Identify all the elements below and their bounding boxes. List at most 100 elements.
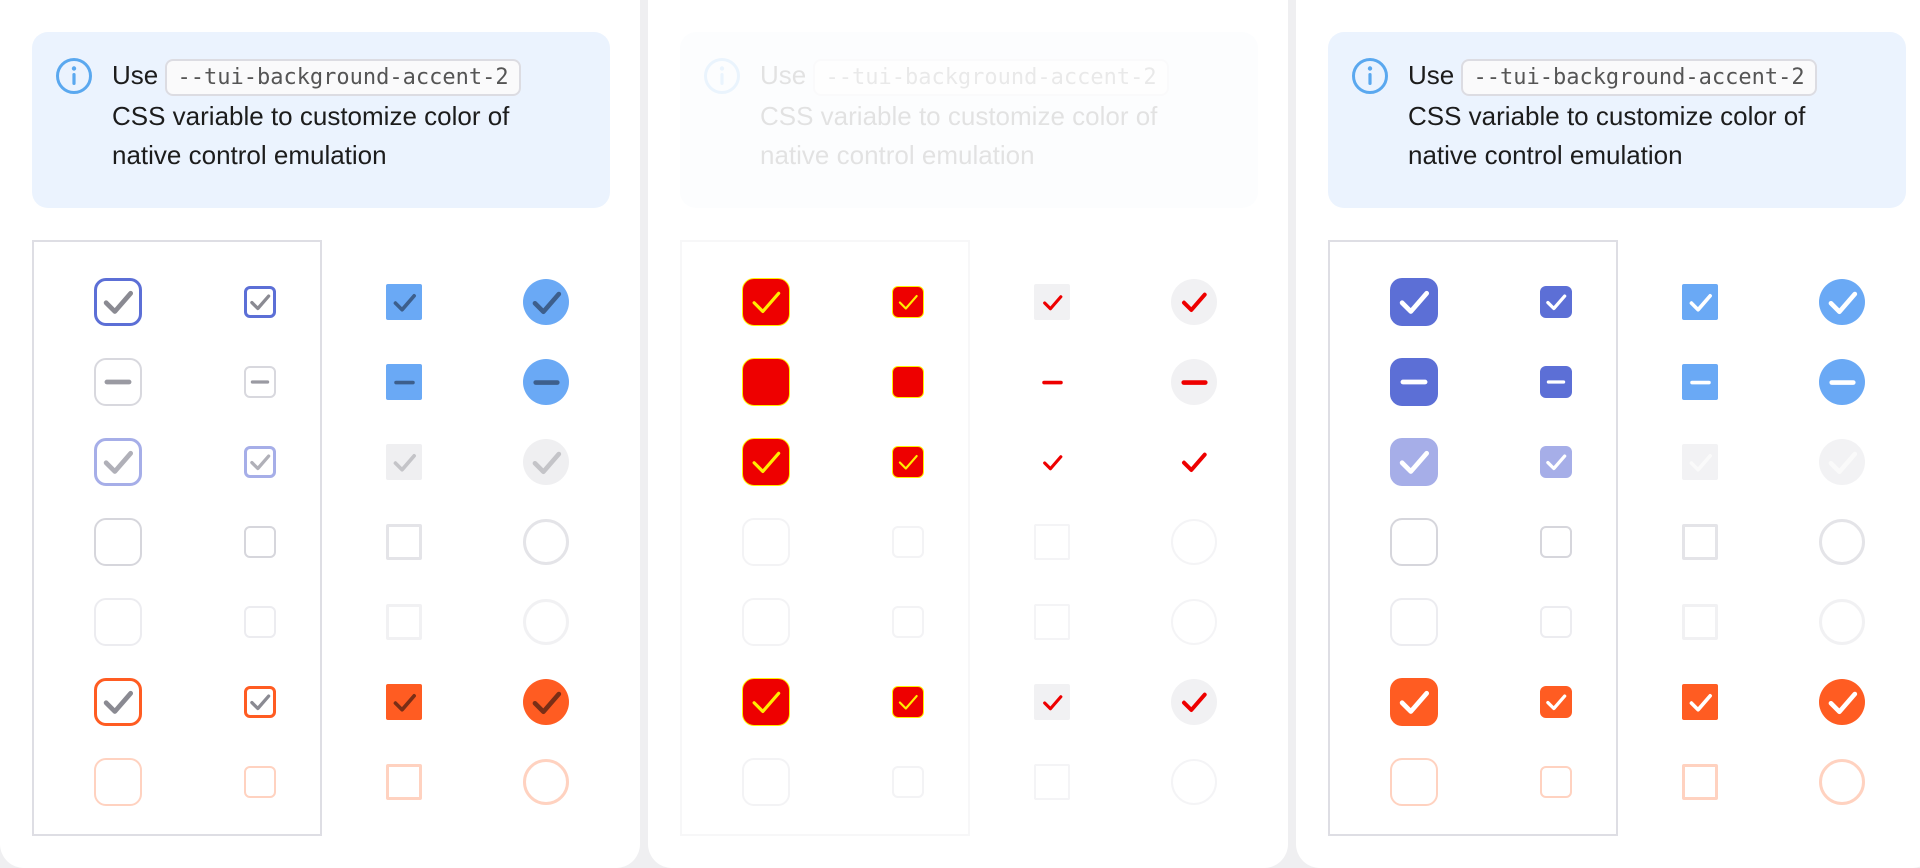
checkbox-checked-disabled[interactable] [244, 446, 276, 478]
checkbox-checked[interactable] [1390, 278, 1438, 326]
checkbox-indeterminate[interactable] [386, 364, 422, 400]
cell-checked-disabled [190, 422, 330, 502]
checkbox-invalid-checked[interactable] [1034, 684, 1070, 720]
cell-indeterminate [334, 342, 474, 422]
radio-checked[interactable] [1819, 279, 1865, 325]
info-circle-icon [1352, 58, 1388, 94]
radio-invalid-checked[interactable] [523, 679, 569, 725]
checkbox-checked[interactable] [1540, 286, 1572, 318]
checkbox-checked[interactable] [742, 278, 790, 326]
checkbox-indeterminate[interactable] [892, 366, 924, 398]
checkbox-invalid-checked[interactable] [94, 678, 142, 726]
cell-checked-disabled [696, 422, 836, 502]
radio-checked[interactable] [523, 279, 569, 325]
checkbox-checked-disabled[interactable] [1540, 446, 1572, 478]
radio-invalid-checked[interactable] [1819, 679, 1865, 725]
checkbox-unchecked[interactable] [1540, 526, 1572, 558]
checkbox-invalid-checked[interactable] [742, 678, 790, 726]
checkbox-invalid-checked[interactable] [1682, 684, 1718, 720]
radio-unchecked-disabled[interactable] [523, 599, 569, 645]
check-icon [898, 294, 918, 310]
checkbox-invalid-checked[interactable] [1540, 686, 1572, 718]
cell-unchecked [1630, 502, 1770, 582]
checkbox-checked[interactable] [94, 278, 142, 326]
checkbox-unchecked-disabled[interactable] [94, 598, 142, 646]
checkbox-invalid-unchecked[interactable] [1540, 766, 1572, 798]
checkbox-indeterminate[interactable] [1034, 364, 1070, 400]
cell-unchecked [48, 502, 188, 582]
radio-unchecked-disabled[interactable] [1171, 599, 1217, 645]
checkbox-unchecked-disabled[interactable] [1390, 598, 1438, 646]
radio-unchecked[interactable] [1171, 519, 1217, 565]
checkbox-checked-disabled[interactable] [1390, 438, 1438, 486]
checkbox-unchecked-disabled[interactable] [244, 606, 276, 638]
radio-checked-disabled[interactable] [1171, 439, 1217, 485]
dash-icon [1689, 380, 1711, 384]
radio-indeterminate[interactable] [1819, 359, 1865, 405]
checkbox-unchecked-disabled[interactable] [1540, 606, 1572, 638]
checkbox-unchecked-disabled[interactable] [386, 604, 422, 640]
css-variable-code: --tui-background-accent-2 [1461, 59, 1817, 96]
cell-unchecked [1772, 502, 1912, 582]
checkbox-invalid-checked[interactable] [386, 684, 422, 720]
checkbox-checked-disabled[interactable] [1034, 444, 1070, 480]
radio-checked-disabled[interactable] [1819, 439, 1865, 485]
radio-invalid-unchecked[interactable] [523, 759, 569, 805]
checkbox-checked-disabled[interactable] [892, 446, 924, 478]
checkbox-checked[interactable] [1682, 284, 1718, 320]
checkbox-unchecked-disabled[interactable] [742, 598, 790, 646]
checkbox-unchecked[interactable] [1390, 518, 1438, 566]
radio-invalid-checked[interactable] [1171, 679, 1217, 725]
notice-line-2: CSS variable to customize color of [760, 101, 1158, 131]
checkbox-invalid-unchecked[interactable] [1034, 764, 1070, 800]
checkbox-invalid-unchecked[interactable] [1682, 764, 1718, 800]
checkbox-unchecked[interactable] [94, 518, 142, 566]
checkbox-invalid-checked[interactable] [892, 686, 924, 718]
checkbox-checked[interactable] [1034, 284, 1070, 320]
checkbox-invalid-unchecked[interactable] [892, 766, 924, 798]
radio-checked[interactable] [1171, 279, 1217, 325]
checkbox-checked-disabled[interactable] [1682, 444, 1718, 480]
checkbox-invalid-unchecked[interactable] [386, 764, 422, 800]
checkbox-invalid-checked[interactable] [1390, 678, 1438, 726]
radio-invalid-unchecked[interactable] [1171, 759, 1217, 805]
cell-unchecked [838, 502, 978, 582]
check-icon [1828, 291, 1857, 314]
checkbox-unchecked[interactable] [742, 518, 790, 566]
checkbox-checked-disabled[interactable] [742, 438, 790, 486]
checkbox-invalid-unchecked[interactable] [1390, 758, 1438, 806]
cell-invalid-checked [1630, 662, 1770, 742]
checkbox-unchecked-disabled[interactable] [1682, 604, 1718, 640]
dash-icon [1828, 379, 1856, 385]
checkbox-unchecked[interactable] [892, 526, 924, 558]
checkbox-unchecked[interactable] [244, 526, 276, 558]
checkbox-checked-disabled[interactable] [94, 438, 142, 486]
checkbox-unchecked-disabled[interactable] [892, 606, 924, 638]
checkbox-indeterminate[interactable] [244, 366, 276, 398]
radio-unchecked[interactable] [523, 519, 569, 565]
checkbox-invalid-unchecked[interactable] [94, 758, 142, 806]
checkbox-invalid-checked[interactable] [244, 686, 276, 718]
cell-checked [190, 262, 330, 342]
radio-indeterminate[interactable] [1171, 359, 1217, 405]
checkbox-unchecked[interactable] [1034, 524, 1070, 560]
checkbox-indeterminate[interactable] [1682, 364, 1718, 400]
checkbox-checked-disabled[interactable] [386, 444, 422, 480]
radio-invalid-unchecked[interactable] [1819, 759, 1865, 805]
checkbox-indeterminate[interactable] [742, 358, 790, 406]
checkbox-indeterminate[interactable] [1390, 358, 1438, 406]
checkbox-invalid-unchecked[interactable] [244, 766, 276, 798]
checkbox-unchecked[interactable] [1682, 524, 1718, 560]
radio-indeterminate[interactable] [523, 359, 569, 405]
checkbox-invalid-unchecked[interactable] [742, 758, 790, 806]
checkbox-indeterminate[interactable] [1540, 366, 1572, 398]
checkbox-unchecked-disabled[interactable] [1034, 604, 1070, 640]
checkbox-checked[interactable] [892, 286, 924, 318]
radio-unchecked-disabled[interactable] [1819, 599, 1865, 645]
checkbox-checked[interactable] [386, 284, 422, 320]
checkbox-checked[interactable] [244, 286, 276, 318]
checkbox-unchecked[interactable] [386, 524, 422, 560]
radio-unchecked[interactable] [1819, 519, 1865, 565]
radio-checked-disabled[interactable] [523, 439, 569, 485]
checkbox-indeterminate[interactable] [94, 358, 142, 406]
